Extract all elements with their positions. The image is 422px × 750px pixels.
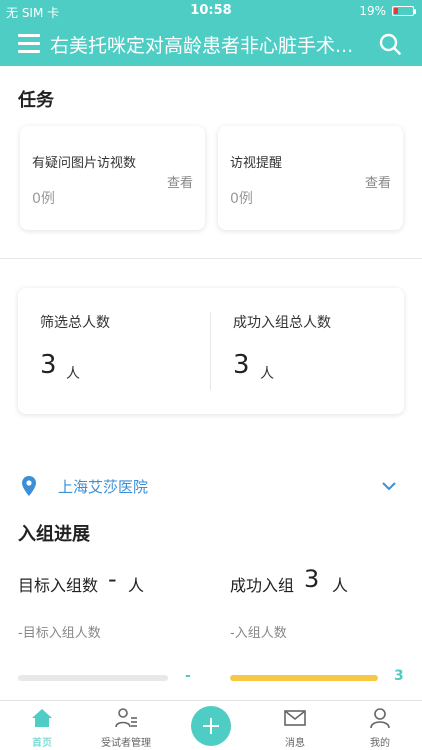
task-count: 0例 — [230, 191, 253, 207]
stats-separator — [210, 312, 211, 390]
tab-subject-management[interactable]: 受试者管理 — [84, 701, 168, 750]
success-enrollment-label: 成功入组 — [230, 576, 295, 595]
target-enrollment-label: 目标入组数 — [18, 576, 99, 595]
target-progress-value: - — [185, 668, 191, 684]
task-label: 访视提醒 — [230, 156, 283, 171]
tab-messages[interactable]: 消息 — [253, 701, 337, 750]
success-enrollment-unit: 人 — [332, 576, 349, 595]
location-pin-icon — [22, 476, 36, 496]
screened-total-value: 3 — [40, 350, 57, 380]
task-card-visit-reminder[interactable]: 访视提醒 查看 0例 — [218, 126, 403, 230]
task-card-questioned-images[interactable]: 有疑问图片访视数 查看 0例 — [20, 126, 205, 230]
target-enrollment-value: - — [108, 565, 117, 593]
success-enrollment-value: 3 — [304, 565, 320, 593]
chevron-down-icon — [382, 482, 396, 491]
success-enrollment-subtitle: -入组人数 — [230, 626, 287, 641]
progress-section-title: 入组进展 — [18, 524, 90, 545]
task-count: 0例 — [32, 191, 55, 207]
enrollment-stats-card: 筛选总人数 3 人 成功入组总人数 3 人 — [18, 288, 404, 414]
tab-label: 首页 — [32, 738, 52, 749]
screened-total-unit: 人 — [66, 366, 80, 382]
hospital-name: 上海艾莎医院 — [58, 478, 149, 496]
view-link[interactable]: 查看 — [365, 172, 391, 191]
enrolled-total-value: 3 — [233, 350, 250, 380]
screened-total-label: 筛选总人数 — [40, 315, 110, 331]
status-bar: 无 SIM 卡 10:58 19% — [0, 0, 422, 22]
tab-home[interactable]: 首页 — [0, 701, 84, 750]
success-progress-value: 3 — [394, 668, 404, 684]
tab-label: 消息 — [285, 738, 305, 749]
battery-icon — [392, 6, 416, 16]
battery-percent: 19% — [359, 4, 386, 18]
target-enrollment-unit: 人 — [128, 576, 145, 595]
target-progress-bar — [18, 675, 168, 681]
tab-profile[interactable]: 我的 — [338, 701, 422, 750]
subject-management-icon — [115, 708, 137, 728]
tab-label: 受试者管理 — [101, 738, 151, 749]
menu-icon[interactable] — [18, 34, 40, 53]
tasks-section-title: 任务 — [18, 90, 54, 111]
tab-label: 我的 — [370, 738, 390, 749]
profile-icon — [370, 708, 390, 729]
enrolled-total-label: 成功入组总人数 — [233, 315, 331, 331]
hospital-selector[interactable]: 上海艾莎医院 — [0, 468, 422, 504]
target-enrollment-subtitle: -目标入组人数 — [18, 626, 101, 641]
task-label: 有疑问图片访视数 — [32, 156, 137, 171]
enrolled-total-unit: 人 — [260, 366, 274, 382]
add-button[interactable] — [191, 706, 231, 746]
search-icon[interactable] — [378, 32, 402, 56]
app-header: 无 SIM 卡 10:58 19% 右美托咪定对高龄患者非心脏手术... — [0, 0, 422, 66]
home-icon — [32, 709, 52, 727]
section-divider — [0, 258, 422, 259]
page-title: 右美托咪定对高龄患者非心脏手术... — [50, 35, 354, 57]
success-progress-bar — [230, 675, 378, 681]
view-link[interactable]: 查看 — [167, 172, 193, 191]
mail-icon — [284, 710, 306, 726]
